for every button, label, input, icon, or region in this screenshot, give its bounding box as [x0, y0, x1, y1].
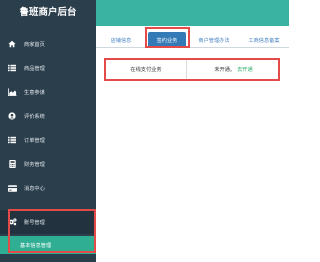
business-row: 在线支付业务 未开通。 去开通 [105, 59, 279, 80]
list-icon [0, 136, 24, 144]
nav-item-account[interactable]: 账号管理 [0, 210, 96, 234]
list-icon [0, 64, 24, 72]
nav-item-orders[interactable]: 订单管理 [0, 128, 96, 152]
area-chart-icon [0, 88, 24, 96]
nav-label: 消息中心 [24, 185, 45, 192]
nav-label: 商家首页 [24, 41, 45, 48]
app-title: 鲁班商户后台 [19, 7, 77, 18]
nav-label: 商品管理 [24, 65, 45, 72]
gears-icon [0, 218, 24, 226]
top-bar [96, 0, 289, 26]
nav-item-products[interactable]: 商品管理 [0, 56, 96, 80]
activate-link[interactable]: 去开通 [237, 66, 253, 73]
tab-merchant-rules[interactable]: 商户管理办法 [192, 32, 236, 48]
tab-business-registration[interactable]: 工商信息备案 [242, 32, 286, 48]
calculator-icon [0, 160, 24, 168]
sidebar: 鲁班商户后台 商家首页 商品管理 生意参谋 评价系统 订单管理 财务管理 消息中… [0, 0, 96, 262]
nav-label: 评价系统 [24, 113, 45, 120]
tab-store-info[interactable]: 店铺信息 [104, 32, 138, 48]
business-label: 在线支付业务 [130, 67, 162, 73]
tab-divider [96, 47, 289, 48]
nav-label: 订单管理 [24, 137, 45, 144]
credit-card-icon [0, 184, 24, 192]
nav-label: 账号管理 [24, 219, 45, 226]
home-icon [0, 40, 24, 48]
tab-contract-business[interactable]: 签约业务 [148, 32, 186, 48]
status-text: 未开通。 [214, 67, 236, 73]
user-circle-icon [0, 112, 24, 120]
nav-item-finance[interactable]: 财务管理 [0, 152, 96, 176]
sub-item-basic-info[interactable]: 基本信息管理 [0, 236, 96, 254]
nav-item-business-advisor[interactable]: 生意参谋 [0, 80, 96, 104]
nav-label: 财务管理 [24, 161, 45, 168]
business-status: 未开通。 去开通 [187, 60, 280, 79]
nav-item-home[interactable]: 商家首页 [0, 32, 96, 56]
nav-label: 生意参谋 [24, 89, 45, 96]
nav-item-reviews[interactable]: 评价系统 [0, 104, 96, 128]
nav-item-messages[interactable]: 消息中心 [0, 176, 96, 200]
